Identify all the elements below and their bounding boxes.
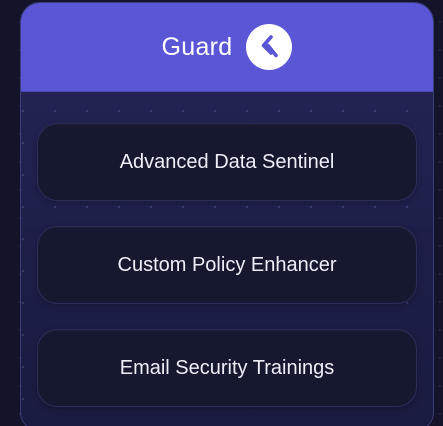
brand-name: Guard: [161, 32, 233, 61]
menu-item-email-security-trainings[interactable]: Email Security Trainings: [37, 329, 417, 407]
menu-item-custom-policy-enhancer[interactable]: Custom Policy Enhancer: [37, 226, 417, 304]
menu-item-advanced-data-sentinel[interactable]: Advanced Data Sentinel: [37, 123, 417, 201]
menu-item-label: Email Security Trainings: [119, 356, 335, 379]
guard-card: Guard Advanced Data Sentinel Custom Poli…: [20, 2, 434, 426]
guard-logo-icon: [246, 24, 293, 70]
menu-item-label: Advanced Data Sentinel: [119, 150, 335, 173]
menu-item-label: Custom Policy Enhancer: [117, 253, 337, 276]
card-header: Guard: [21, 3, 433, 92]
menu-list: Advanced Data Sentinel Custom Policy Enh…: [37, 123, 417, 426]
